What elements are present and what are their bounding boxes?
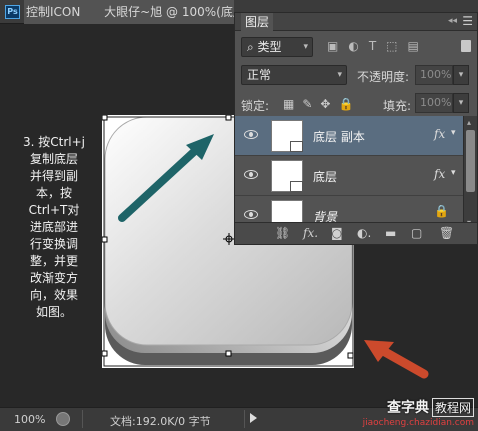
opacity-field[interactable]: 100% — [415, 65, 453, 85]
instruction-line: 如图。 — [35, 305, 72, 319]
search-icon: ⌕ — [247, 40, 258, 54]
layer-filter-row: ⌕ 类型 ▾ ▣◐T⬚▤ — [235, 35, 477, 61]
status-menu-arrow-icon[interactable] — [250, 413, 257, 423]
panel-header: 图层 ◂◂ ☰ — [235, 13, 477, 31]
layer-list-scrollbar[interactable]: ▴ ▾ — [463, 116, 477, 230]
vector-mask-icon — [290, 141, 303, 152]
lock-position-icon[interactable]: ✥ — [320, 97, 338, 111]
watermark: 查字典 教程网 jiaocheng.chazidian.com — [346, 397, 474, 428]
instruction-line: 并得到副 — [29, 169, 78, 183]
expand-effects-icon[interactable]: ▾ — [451, 168, 456, 178]
photoshop-window: Ps 控制ICON 大眼仔~旭 @ 100%(底层 3. 按Ctrl+j 复制底… — [0, 0, 478, 431]
image-filter-icon[interactable]: ▣ — [327, 39, 348, 53]
layer-name[interactable]: 底层 — [313, 168, 337, 185]
instruction-line: Ctrl+T对 — [28, 203, 80, 217]
document-tab[interactable]: 控制ICON 大眼仔~旭 @ 100%(底层 — [24, 0, 234, 24]
transform-handle[interactable] — [102, 350, 108, 357]
layer-list: 底层 副本 fx ▾ 底层 fx ▾ 背景 🔒 — [235, 116, 463, 230]
instruction-line: 复制底层 — [29, 152, 78, 166]
chevron-down-icon: ▾ — [337, 70, 342, 80]
filter-toggle[interactable] — [461, 40, 471, 52]
zoom-options-icon[interactable] — [56, 412, 70, 426]
instruction-line: 进底部进 — [29, 220, 78, 234]
opacity-label: 不透明度: — [357, 70, 410, 84]
lock-icons: ▦✎✥🔒 — [283, 97, 361, 111]
document-tab-title: 大眼仔~旭 @ 100%(底层 — [104, 5, 234, 19]
mask-icon[interactable]: ◙ — [331, 226, 343, 240]
panel-footer: ⛓ fx. ◙ ◐. ▬ ▢ 🗑 — [235, 222, 477, 244]
expand-effects-icon[interactable]: ▾ — [451, 128, 456, 138]
layers-panel: 图层 ◂◂ ☰ ⌕ 类型 ▾ ▣◐T⬚▤ 正常 ▾ 不透明度: 100% ▾ 锁… — [234, 12, 478, 245]
layer-thumbnail — [271, 120, 303, 152]
visibility-eye-icon[interactable] — [244, 130, 258, 139]
folder-icon[interactable]: ▬ — [385, 226, 396, 240]
visibility-eye-icon[interactable] — [244, 210, 258, 219]
fill-dropdown-icon[interactable]: ▾ — [453, 93, 469, 113]
watermark-url: jiaocheng.chazidian.com — [362, 418, 474, 428]
layer-row[interactable]: 底层 副本 fx ▾ — [235, 116, 463, 156]
fx-icon[interactable]: fx — [434, 167, 445, 181]
photoshop-logo: Ps — [5, 5, 20, 19]
watermark-box: 教程网 — [431, 398, 474, 417]
instruction-line: 向，效果 — [29, 288, 78, 302]
smart-object-filter-icon[interactable]: ▤ — [408, 39, 429, 53]
red-arrow-annotation — [364, 340, 429, 379]
trash-icon[interactable]: 🗑 — [439, 226, 454, 240]
instruction-text: 3. 按Ctrl+j 复制底层 并得到副 本，按 Ctrl+T对 进底部进 行变… — [16, 134, 92, 321]
scroll-up-icon[interactable]: ▴ — [467, 118, 471, 127]
instruction-line: 改渐变方 — [29, 271, 78, 285]
filter-kind-label: 类型 — [257, 40, 282, 54]
transform-handle[interactable] — [225, 350, 232, 357]
fx-icon[interactable]: fx — [434, 127, 445, 141]
instruction-line: 行变换调 — [29, 237, 78, 251]
document-info: 文档:192.0K/0 字节 — [110, 415, 211, 428]
scrollbar-thumb[interactable] — [466, 130, 475, 192]
fill-label: 填充: — [383, 99, 412, 113]
filter-kind-select[interactable]: ⌕ 类型 ▾ — [241, 37, 313, 57]
layer-name[interactable]: 底层 副本 — [313, 128, 365, 145]
fx-icon[interactable]: fx. — [303, 226, 318, 240]
adjustment-filter-icon[interactable]: ◐ — [348, 39, 368, 53]
fill-field[interactable]: 100% — [415, 93, 453, 113]
adjustment-icon[interactable]: ◐. — [357, 226, 371, 240]
zoom-level[interactable]: 100% — [14, 413, 45, 426]
opacity-dropdown-icon[interactable]: ▾ — [453, 65, 469, 85]
panel-menu-icon[interactable]: ☰ — [462, 15, 473, 27]
lock-label: 锁定: — [241, 99, 270, 113]
type-filter-icon[interactable]: T — [369, 39, 386, 53]
lock-all-icon[interactable]: 🔒 — [338, 97, 361, 111]
vector-mask-icon — [290, 181, 303, 192]
transform-handle[interactable] — [102, 236, 108, 243]
lock-transparency-icon[interactable]: ▦ — [283, 97, 302, 111]
tab-layers[interactable]: 图层 — [241, 13, 274, 31]
watermark-title: 查字典 教程网 — [346, 397, 474, 417]
layer-row[interactable]: 底层 fx ▾ — [235, 156, 463, 196]
transform-handle[interactable] — [102, 115, 108, 121]
document-tab-label: 控制ICON — [26, 5, 81, 19]
chevron-down-icon: ▾ — [303, 42, 308, 52]
status-divider — [244, 410, 245, 428]
blend-mode-value: 正常 — [247, 68, 272, 82]
instruction-line: 3. 按Ctrl+j — [22, 135, 85, 149]
transform-handle[interactable] — [347, 352, 354, 359]
instruction-line: 整，并更 — [29, 254, 78, 268]
transform-handle[interactable] — [225, 115, 232, 121]
watermark-main: 查字典 — [386, 400, 429, 416]
shape-filter-icon[interactable]: ⬚ — [386, 39, 407, 53]
filter-icons: ▣◐T⬚▤ — [327, 39, 429, 53]
status-divider — [82, 410, 83, 428]
lock-icon: 🔒 — [434, 204, 449, 218]
lock-pixels-icon[interactable]: ✎ — [302, 97, 320, 111]
link-icon[interactable]: ⛓ — [275, 226, 290, 240]
new-layer-icon[interactable]: ▢ — [411, 226, 422, 240]
layer-thumbnail — [271, 160, 303, 192]
visibility-eye-icon[interactable] — [244, 170, 258, 179]
collapse-icon[interactable]: ◂◂ — [448, 16, 457, 26]
instruction-line: 本，按 — [35, 186, 72, 200]
blend-mode-select[interactable]: 正常 ▾ — [241, 65, 347, 85]
